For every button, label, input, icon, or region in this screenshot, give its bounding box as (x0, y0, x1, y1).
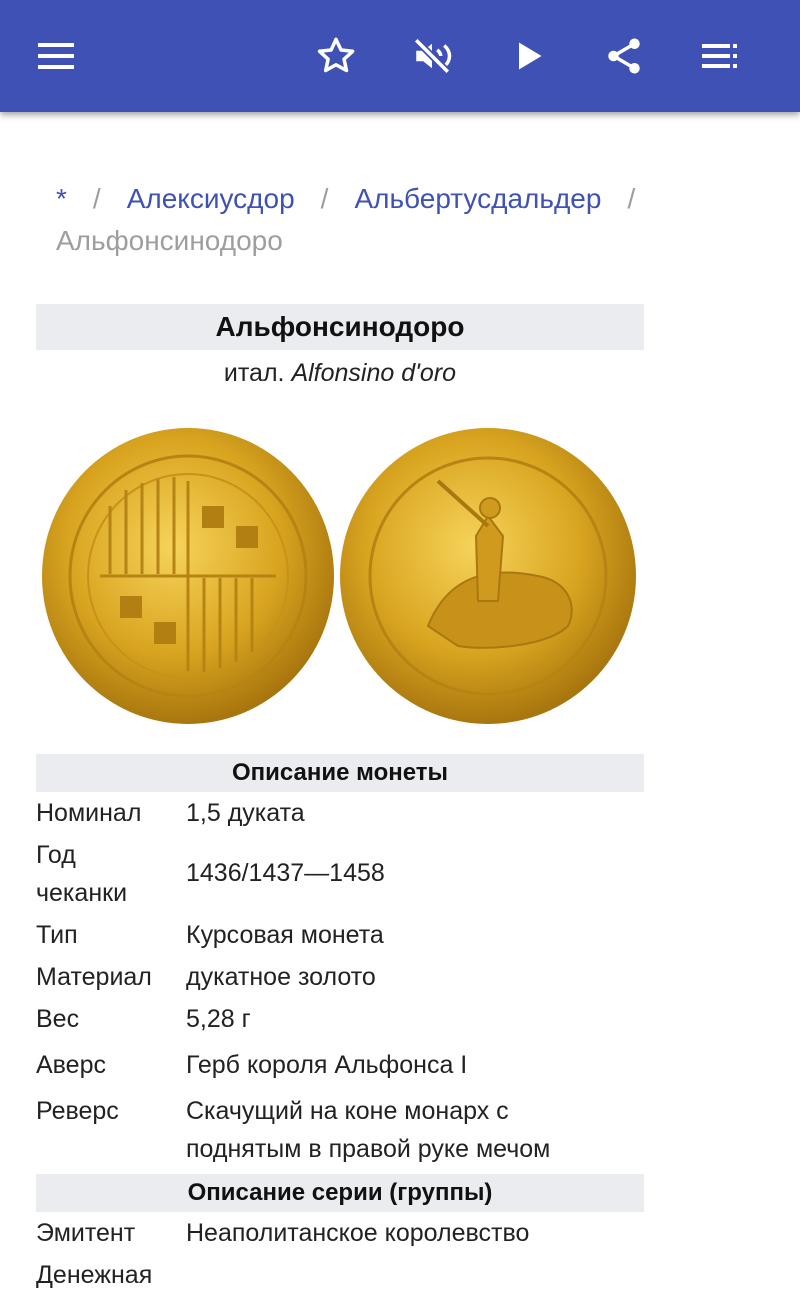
row-material: Материал дукатное золото (36, 958, 644, 996)
breadcrumb-separator: / (627, 183, 636, 214)
breadcrumb: * / Алексиусдор / Альбертусдальдер / Альфонси… (56, 178, 756, 262)
row-value: Скачущий на коне монарх с поднятым в пра… (186, 1092, 644, 1168)
play-icon[interactable] (500, 28, 556, 84)
subtitle-language: итал. (223, 359, 285, 387)
breadcrumb-root-link[interactable]: * (56, 183, 67, 214)
row-label: Номинал (36, 799, 142, 827)
row-label-line: Год (36, 841, 76, 869)
row-label: Аверс (36, 1051, 106, 1079)
coin-reverse-image (340, 428, 636, 724)
row-label-line: чеканки (36, 879, 128, 907)
star-icon[interactable] (308, 28, 364, 84)
row-label: Эмитент (36, 1219, 136, 1247)
coin-image[interactable] (36, 396, 644, 768)
row-nominal: Номинал 1,5 дуката (36, 794, 644, 832)
row-weight: Вес 5,28 г (36, 1000, 644, 1038)
row-value: Курсовая монета (186, 921, 384, 949)
series-description-header: Описание серии (группы) (36, 1174, 644, 1212)
row-label: Вес (36, 1005, 80, 1033)
row-value-line: поднятым в правой руке мечом (186, 1135, 551, 1163)
app-bar (0, 0, 800, 112)
row-label: Денежная (36, 1261, 153, 1289)
row-issuer: Эмитент Неаполитанское королевство (36, 1214, 644, 1252)
row-label: Реверс (36, 1097, 119, 1125)
breadcrumb-link-aleksiusdor[interactable]: Алексиусдор (127, 183, 295, 214)
row-value: дукатное золото (186, 963, 376, 991)
subtitle-original-name: Alfonsino d'oro (291, 359, 457, 387)
row-type: Тип Курсовая монета (36, 916, 644, 954)
list-icon[interactable] (692, 28, 748, 84)
row-reverse: Реверс Скачущий на коне монарх с подняты… (36, 1092, 644, 1168)
breadcrumb-link-albertusdalder[interactable]: Альбертусдальдер (354, 183, 601, 214)
row-value-line: Скачущий на коне монарх с (186, 1097, 509, 1125)
row-label: Тип (36, 921, 78, 949)
row-label: Материал (36, 963, 152, 991)
infobox-title: Альфонсинодоро (36, 304, 644, 350)
volume-off-icon[interactable] (404, 28, 460, 84)
row-mint-year: Год чеканки 1436/1437—1458 (36, 836, 644, 912)
coin-obverse-image (42, 428, 334, 724)
row-monetary-system: Денежная (36, 1256, 644, 1294)
menu-icon[interactable] (28, 28, 84, 84)
breadcrumb-current: Альфонсинодоро (56, 225, 283, 256)
row-label: Год чеканки (36, 836, 186, 912)
infobox-subtitle: итал. Alfonsino d'oro (36, 350, 644, 396)
share-icon[interactable] (596, 28, 652, 84)
breadcrumb-separator: / (320, 183, 329, 214)
breadcrumb-separator: / (92, 183, 101, 214)
row-value: 1436/1437—1458 (186, 859, 385, 887)
coin-description-header: Описание монеты (36, 754, 644, 792)
row-value: Герб короля Альфонса I (186, 1051, 468, 1079)
infobox: Альфонсинодоро итал. Alfonsino d'oro (36, 304, 644, 768)
row-value: 5,28 г (186, 1005, 251, 1033)
row-value: Неаполитанское королевство (186, 1219, 530, 1247)
row-obverse: Аверс Герб короля Альфонса I (36, 1046, 644, 1084)
row-value: 1,5 дуката (186, 799, 305, 827)
